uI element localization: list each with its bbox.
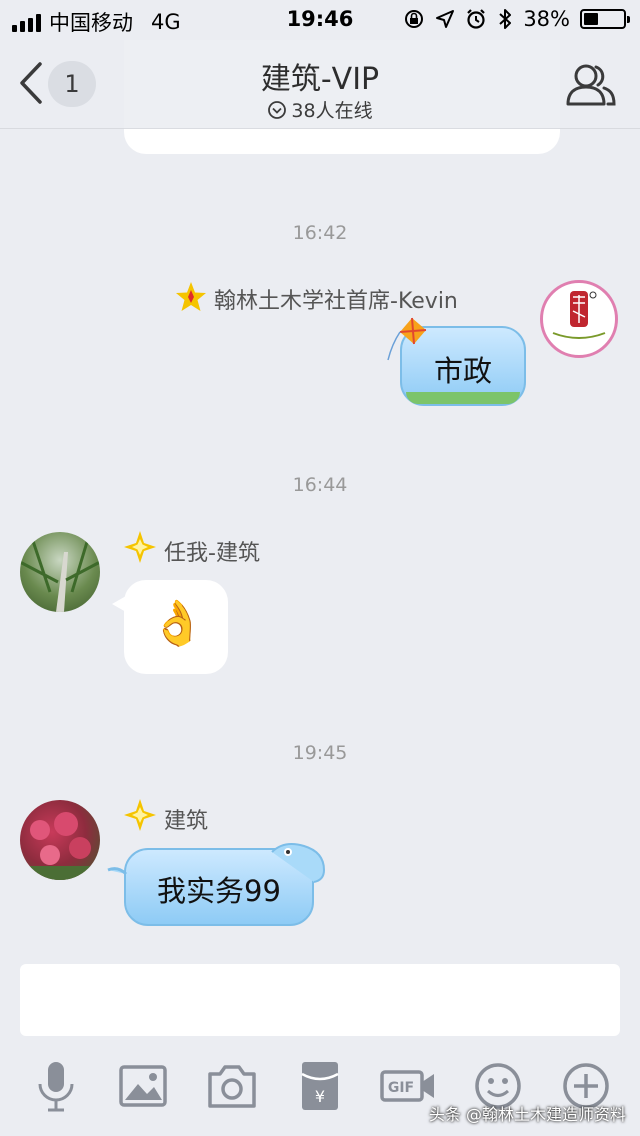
- online-status: 38人在线: [0, 96, 640, 123]
- watermark: 头条 @翰林土木建造师资料: [428, 1105, 626, 1124]
- sender-name: 翰林土木学社首席-Kevin: [214, 289, 458, 314]
- avatar[interactable]: [20, 532, 100, 612]
- image-icon[interactable]: [116, 1058, 172, 1114]
- red-packet-icon[interactable]: ¥: [292, 1058, 348, 1114]
- seal-logo-icon: [552, 291, 606, 339]
- group-members-icon[interactable]: [564, 60, 616, 108]
- sender-name: 建筑: [164, 809, 209, 834]
- flower-photo-icon: [20, 812, 100, 880]
- message-bubble[interactable]: 👌: [124, 580, 228, 674]
- alarm-icon: [467, 9, 486, 29]
- member-diamond-badge-icon: [124, 531, 156, 563]
- kite-icon: [387, 317, 427, 361]
- bamboo-photo-icon: [20, 532, 100, 612]
- sender-name: 任我-建筑: [164, 541, 260, 566]
- camera-icon[interactable]: [204, 1058, 260, 1114]
- chevron-down-circle-icon[interactable]: [267, 100, 287, 120]
- nav-bar: 1 建筑-VIP 38人在线: [0, 40, 640, 129]
- microphone-icon[interactable]: [28, 1058, 84, 1114]
- member-star-badge-icon: [176, 282, 206, 311]
- timestamp: 16:42: [292, 222, 348, 244]
- svg-text:¥: ¥: [315, 1087, 325, 1106]
- location-icon: [436, 10, 455, 28]
- member-diamond-badge-icon: [124, 799, 156, 831]
- avatar[interactable]: [540, 280, 618, 358]
- chat-title: 建筑-VIP: [260, 62, 380, 97]
- grass-decoration: [406, 392, 520, 404]
- battery-icon: [580, 9, 630, 29]
- timestamp: 16:44: [292, 474, 348, 496]
- status-bar: 中国移动 4G 19:46 38%: [0, 0, 640, 40]
- message-input[interactable]: [20, 964, 620, 1036]
- ok-hand-emoji: 👌: [150, 598, 205, 649]
- timestamp: 19:45: [292, 742, 348, 764]
- online-count: 38人在线: [291, 100, 373, 122]
- avatar[interactable]: [20, 800, 100, 880]
- bubble-tail: [112, 596, 126, 612]
- orientation-lock-icon: [405, 10, 424, 28]
- battery-percent: 38%: [523, 7, 570, 31]
- svg-text:GIF: GIF: [388, 1080, 414, 1096]
- hippo-bubble-decoration-icon: [107, 843, 326, 883]
- bluetooth-icon: [499, 9, 512, 29]
